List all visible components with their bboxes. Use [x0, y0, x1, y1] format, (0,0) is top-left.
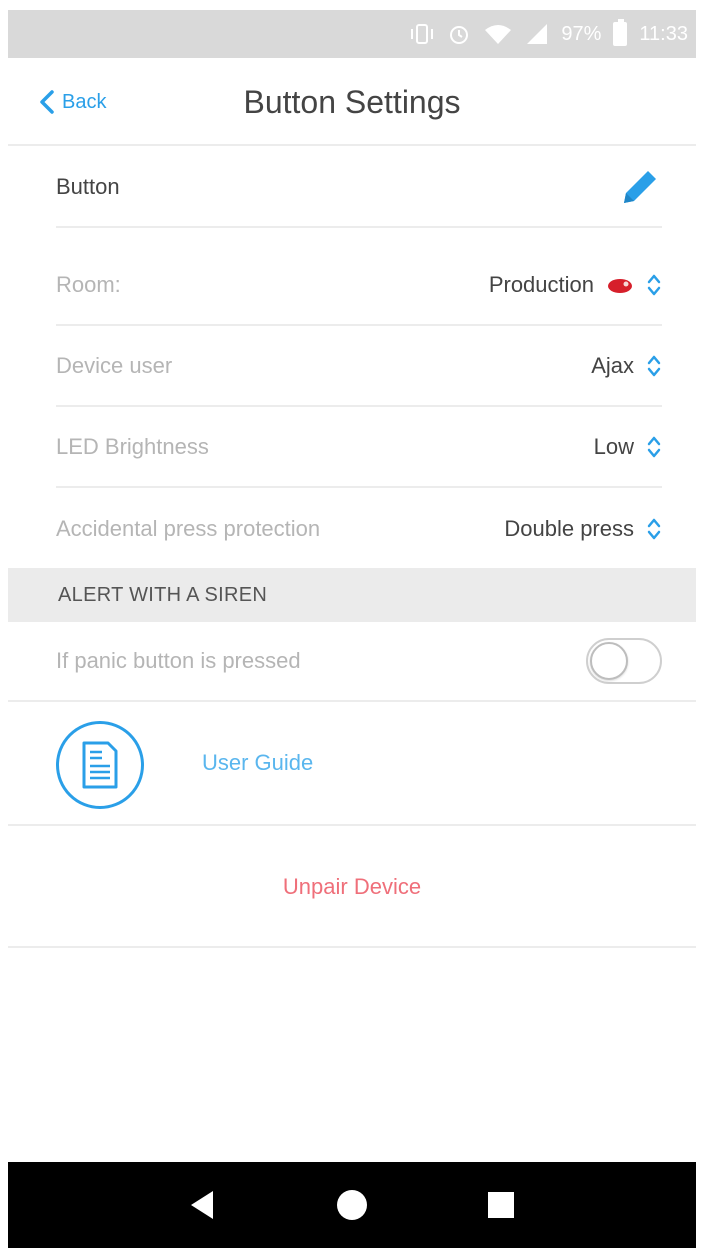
back-button[interactable]: Back — [38, 58, 106, 146]
panic-toggle[interactable] — [586, 638, 662, 684]
accidental-press-value: Double press — [504, 516, 634, 541]
chevron-updown-icon[interactable] — [646, 272, 662, 298]
room-value: Production — [488, 272, 594, 297]
back-label: Back — [62, 90, 107, 113]
document-icon — [82, 741, 118, 789]
led-brightness-row[interactable]: LED Brightness Low — [56, 408, 662, 488]
toggle-knob — [590, 642, 628, 680]
clock-time: 11:33 — [639, 22, 688, 45]
led-brightness-label: LED Brightness — [56, 434, 209, 459]
room-row[interactable]: Room: Production — [56, 246, 662, 326]
siren-section-header: ALERT WITH A SIREN — [8, 568, 696, 622]
status-bar: 97% 11:33 — [8, 10, 696, 58]
pencil-icon[interactable] — [618, 165, 662, 209]
user-guide-circle[interactable] — [56, 721, 144, 809]
chevron-left-icon — [40, 90, 54, 114]
chevron-updown-icon[interactable] — [646, 434, 662, 460]
room-meat-icon — [608, 279, 632, 293]
unpair-device-button[interactable]: Unpair Device — [8, 826, 696, 948]
home-circle-icon[interactable] — [334, 1187, 370, 1223]
device-name-label: Button — [56, 174, 120, 199]
back-triangle-icon[interactable] — [185, 1187, 221, 1223]
signal-icon — [525, 22, 549, 46]
divider — [8, 946, 696, 948]
battery-icon — [613, 19, 628, 46]
panic-button-row: If panic button is pressed — [56, 622, 662, 702]
vibrate-icon — [409, 23, 435, 45]
accidental-press-row[interactable]: Accidental press protection Double press — [56, 489, 662, 569]
chevron-updown-icon[interactable] — [646, 353, 662, 379]
led-brightness-value: Low — [593, 434, 634, 459]
device-user-row[interactable]: Device user Ajax — [56, 327, 662, 407]
user-guide-link[interactable]: User Guide — [202, 750, 313, 776]
header-divider — [8, 144, 696, 146]
device-user-label: Device user — [56, 353, 173, 378]
alarm-icon — [447, 22, 471, 46]
app-header: Back Button Settings — [8, 58, 696, 146]
system-nav-bar — [8, 1162, 696, 1248]
wifi-icon — [483, 22, 513, 46]
device-name-row[interactable]: Button — [56, 148, 662, 228]
page-title: Button Settings — [243, 83, 461, 120]
room-label: Room: — [56, 272, 121, 297]
battery-percent: 97% — [561, 22, 602, 45]
user-guide-row[interactable]: User Guide — [8, 702, 696, 826]
chevron-updown-icon[interactable] — [646, 516, 662, 542]
accidental-press-label: Accidental press protection — [56, 516, 321, 541]
recents-square-icon[interactable] — [483, 1187, 519, 1223]
device-user-value: Ajax — [591, 353, 634, 378]
panic-button-label: If panic button is pressed — [56, 648, 301, 673]
